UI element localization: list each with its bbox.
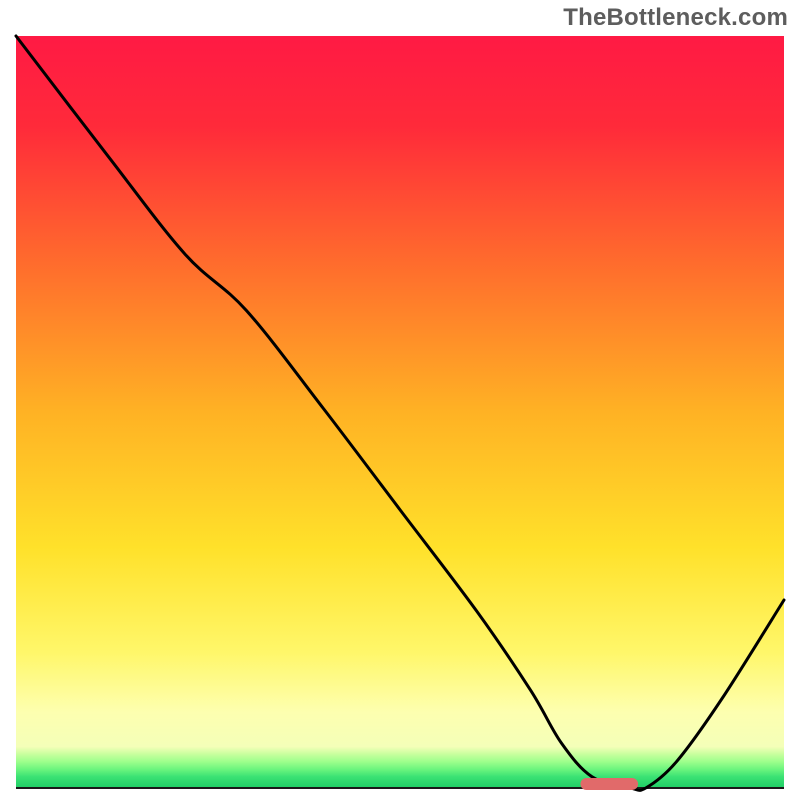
bottleneck-chart: TheBottleneck.com	[0, 0, 800, 800]
watermark-text: TheBottleneck.com	[563, 4, 788, 32]
chart-svg	[0, 0, 800, 800]
optimal-range-marker	[580, 778, 638, 790]
